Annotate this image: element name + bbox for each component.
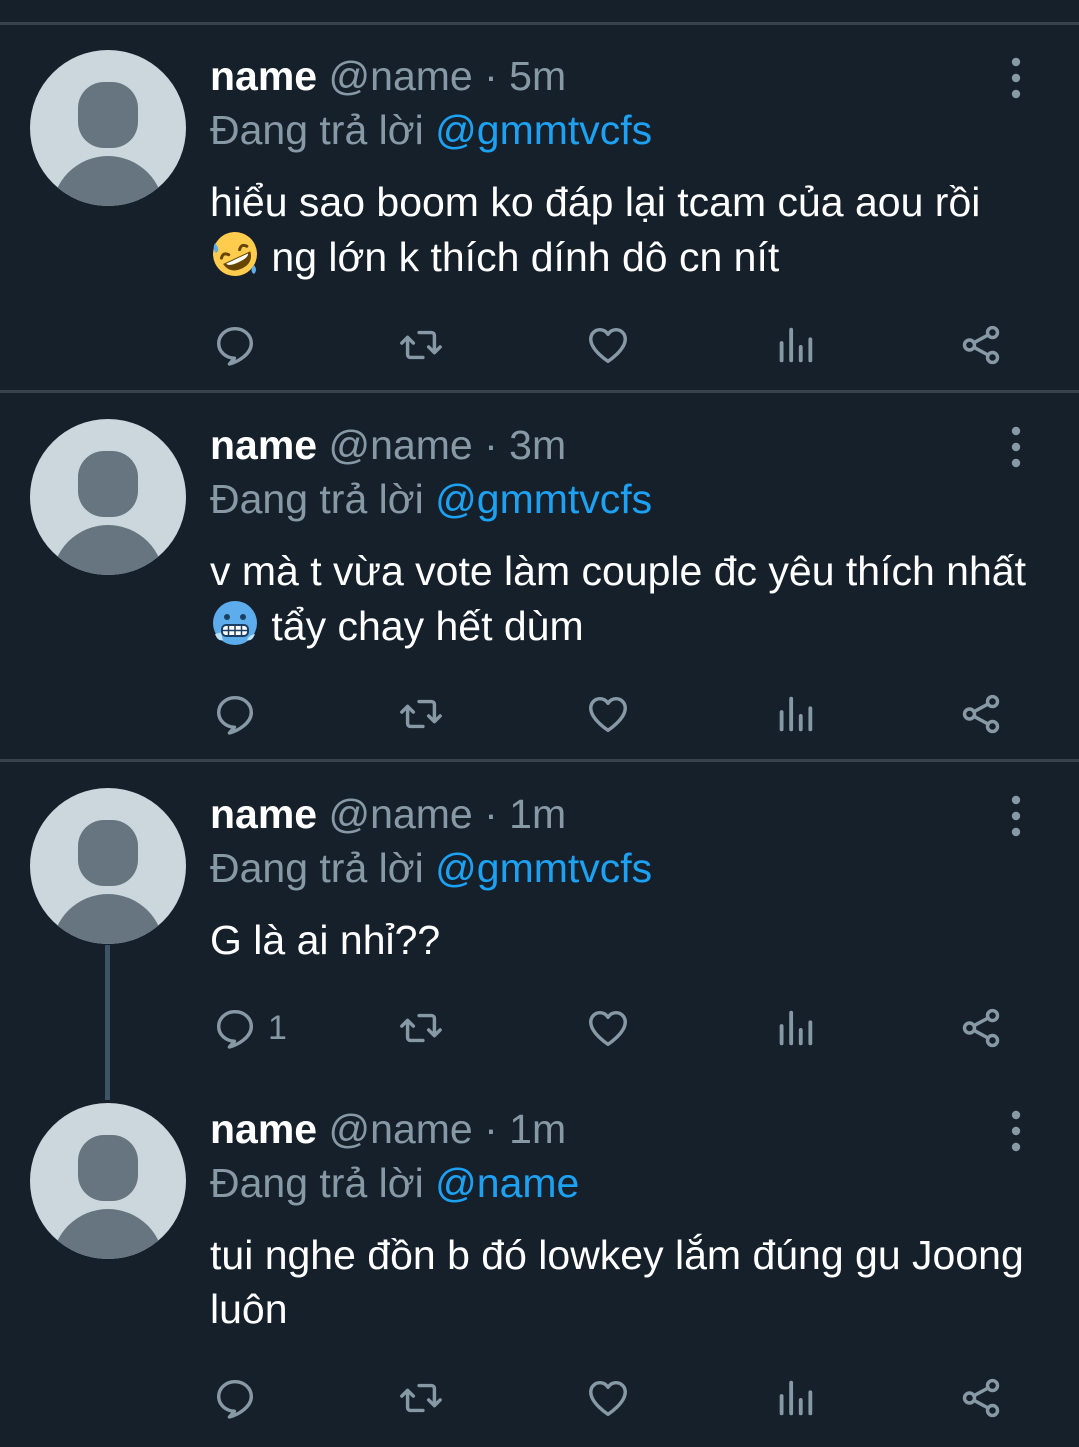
timestamp[interactable]: 5m: [509, 53, 566, 99]
tweet-text-part: hiểu sao boom ko đáp lại tcam của aou rồ…: [210, 179, 981, 225]
analytics-icon: [772, 1375, 818, 1421]
tweet-header: name @name · 1m: [210, 790, 566, 838]
rolling-on-floor-laughing-emoji: [213, 232, 257, 276]
tweet-header: name @name · 1m: [210, 1105, 566, 1153]
display-name[interactable]: name: [210, 53, 317, 99]
avatar[interactable]: [30, 419, 186, 575]
mention-link[interactable]: @gmmtvcfs: [435, 845, 652, 891]
separator-dot: ·: [484, 422, 498, 468]
separator-dot: ·: [484, 791, 498, 837]
analytics-button[interactable]: [772, 1373, 818, 1423]
share-icon: [958, 1375, 1004, 1421]
tweet-divider: [0, 390, 1079, 393]
replying-to: Đang trả lời @gmmtvcfs: [210, 106, 652, 154]
share-icon: [958, 1005, 1004, 1051]
reply-prefix: Đang trả lời: [210, 476, 424, 522]
reply-button[interactable]: [212, 1373, 258, 1423]
display-name[interactable]: name: [210, 1106, 317, 1152]
tweet-actions: [0, 689, 1079, 739]
reply-prefix: Đang trả lời: [210, 107, 424, 153]
reply-icon: [212, 322, 258, 368]
like-button[interactable]: [585, 1373, 631, 1423]
timestamp[interactable]: 1m: [509, 791, 566, 837]
tweet-actions: [0, 1373, 1079, 1423]
tweet-header: name @name · 3m: [210, 421, 566, 469]
more-options-icon[interactable]: [1003, 794, 1029, 838]
share-button[interactable]: [958, 1003, 1004, 1053]
tweet-actions: [0, 320, 1079, 370]
user-handle[interactable]: @name: [329, 1106, 473, 1152]
replying-to: Đang trả lời @name: [210, 1159, 579, 1207]
analytics-button[interactable]: [772, 320, 818, 370]
user-handle[interactable]: @name: [329, 791, 473, 837]
display-name[interactable]: name: [210, 422, 317, 468]
retweet-icon: [398, 1005, 444, 1051]
top-divider: [0, 22, 1079, 25]
tweet-text: hiểu sao boom ko đáp lại tcam của aou rồ…: [210, 175, 1040, 284]
mention-link[interactable]: @gmmtvcfs: [435, 476, 652, 522]
more-options-icon[interactable]: [1003, 425, 1029, 469]
separator-dot: ·: [484, 1106, 498, 1152]
avatar[interactable]: [30, 50, 186, 206]
more-options-icon[interactable]: [1003, 1109, 1029, 1153]
reply-count: 1: [268, 1008, 287, 1047]
tweet-text: tui nghe đồn b đó lowkey lắm đúng gu Joo…: [210, 1232, 1024, 1332]
reply-button[interactable]: [212, 320, 258, 370]
tweet-header: name @name · 5m: [210, 52, 566, 100]
share-icon: [958, 691, 1004, 737]
tweet-actions: 1: [0, 1003, 1079, 1053]
retweet-icon: [398, 1375, 444, 1421]
tweet-text: G là ai nhỉ??: [210, 917, 441, 963]
mention-link[interactable]: @gmmtvcfs: [435, 107, 652, 153]
tweet-divider: [0, 759, 1079, 762]
avatar[interactable]: [30, 1103, 186, 1259]
reply-icon: [212, 691, 258, 737]
reply-prefix: Đang trả lời: [210, 845, 424, 891]
display-name[interactable]: name: [210, 791, 317, 837]
user-handle[interactable]: @name: [329, 53, 473, 99]
tweet-text-part: tẩy chay hết dùm: [271, 603, 584, 649]
user-handle[interactable]: @name: [329, 422, 473, 468]
timestamp[interactable]: 3m: [509, 422, 566, 468]
reply-icon: [212, 1375, 258, 1421]
cold-face-emoji: [213, 601, 257, 645]
like-icon: [585, 1005, 631, 1051]
mention-link[interactable]: @name: [435, 1160, 579, 1206]
tweet-text: v mà t vừa vote làm couple đc yêu thích …: [210, 544, 1040, 653]
reply-button[interactable]: 1: [212, 1003, 287, 1053]
like-button[interactable]: [585, 320, 631, 370]
separator-dot: ·: [484, 53, 498, 99]
reply-button[interactable]: [212, 689, 258, 739]
like-icon: [585, 322, 631, 368]
share-icon: [958, 322, 1004, 368]
like-button[interactable]: [585, 1003, 631, 1053]
like-icon: [585, 1375, 631, 1421]
analytics-button[interactable]: [772, 689, 818, 739]
timestamp[interactable]: 1m: [509, 1106, 566, 1152]
analytics-icon: [772, 1005, 818, 1051]
avatar[interactable]: [30, 788, 186, 944]
reply-prefix: Đang trả lời: [210, 1160, 424, 1206]
analytics-icon: [772, 322, 818, 368]
share-button[interactable]: [958, 320, 1004, 370]
share-button[interactable]: [958, 1373, 1004, 1423]
reply-icon: [212, 1005, 258, 1051]
replying-to: Đang trả lời @gmmtvcfs: [210, 844, 652, 892]
retweet-button[interactable]: [398, 689, 444, 739]
retweet-icon: [398, 322, 444, 368]
share-button[interactable]: [958, 689, 1004, 739]
retweet-button[interactable]: [398, 1373, 444, 1423]
analytics-button[interactable]: [772, 1003, 818, 1053]
like-button[interactable]: [585, 689, 631, 739]
more-options-icon[interactable]: [1003, 56, 1029, 100]
like-icon: [585, 691, 631, 737]
retweet-button[interactable]: [398, 1003, 444, 1053]
retweet-icon: [398, 691, 444, 737]
tweet-text-part: v mà t vừa vote làm couple đc yêu thích …: [210, 548, 1026, 594]
tweet-text-part: ng lớn k thích dính dô cn nít: [271, 234, 780, 280]
replying-to: Đang trả lời @gmmtvcfs: [210, 475, 652, 523]
retweet-button[interactable]: [398, 320, 444, 370]
analytics-icon: [772, 691, 818, 737]
